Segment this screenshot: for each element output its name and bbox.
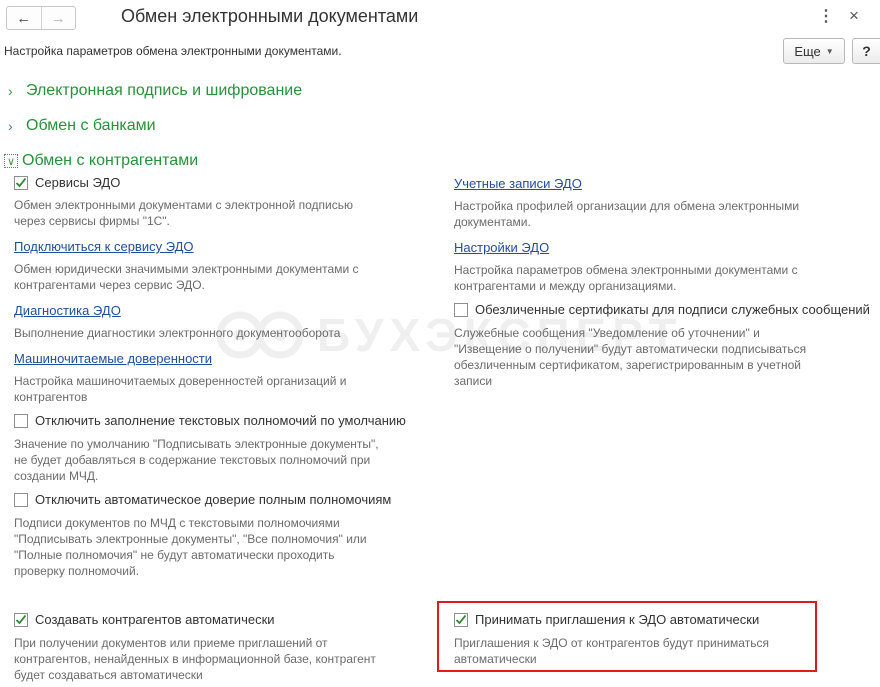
edo-services-checkbox[interactable] xyxy=(14,175,28,190)
description-line: Обмен юридически значимыми электронными … xyxy=(14,262,359,276)
disable-auto-trust-checkbox-row[interactable]: Отключить автоматическое доверие полным … xyxy=(14,492,391,507)
group-counterparty-exchange[interactable]: ∨ Обмен с контрагентами xyxy=(4,152,198,170)
machine-readable-powers-link[interactable]: Машиночитаемые доверенности xyxy=(14,351,212,366)
description-line: "Подписывать электронные документы", "Вс… xyxy=(14,532,367,546)
page-subtitle: Настройка параметров обмена электронными… xyxy=(4,44,342,58)
create-counterparties-checkbox-row[interactable]: Создавать контрагентов автоматически xyxy=(14,612,275,627)
connect-edo-service-link[interactable]: Подключиться к сервису ЭДО xyxy=(14,239,194,254)
accept-invitations-description: Приглашения к ЭДО от контрагентов будут … xyxy=(454,635,769,667)
description-line: Значение по умолчанию "Подписывать элект… xyxy=(14,437,379,451)
description-line: контрагентов, ненайденных в информационн… xyxy=(14,652,376,666)
description-line: контрагентами и между организациями. xyxy=(454,279,677,293)
create-counterparties-label: Создавать контрагентов автоматически xyxy=(35,612,275,627)
description-line: создании МЧД. xyxy=(14,469,99,483)
edo-services-label: Сервисы ЭДО xyxy=(35,175,121,190)
caret-down-icon: ▼ xyxy=(825,46,834,56)
chevron-right-icon: › xyxy=(8,118,13,134)
group-label: Электронная подпись и шифрование xyxy=(26,82,303,99)
group-label: Обмен с контрагентами xyxy=(22,152,199,169)
description-line: обезличенным сертификатом, зарегистриров… xyxy=(454,358,801,372)
edo-services-checkbox-row[interactable]: Сервисы ЭДО xyxy=(14,175,120,190)
create-counterparties-description: При получении документов или приеме приг… xyxy=(14,635,376,683)
checkmark-icon xyxy=(455,614,467,624)
description-line: через сервисы фирмы "1С". xyxy=(14,214,170,228)
disable-text-powers-description: Значение по умолчанию "Подписывать элект… xyxy=(14,436,379,484)
disable-auto-trust-description: Подписи документов по МЧД с текстовыми п… xyxy=(14,515,367,579)
edo-settings-link[interactable]: Настройки ЭДО xyxy=(454,240,549,255)
description-line: записи xyxy=(454,374,493,388)
description-line: Подписи документов по МЧД с текстовыми п… xyxy=(14,516,340,530)
checkmark-icon xyxy=(15,614,27,624)
chevron-down-icon: ∨ xyxy=(4,154,18,168)
description-line: Выполнение диагностики электронного доку… xyxy=(14,326,341,340)
edo-services-description: Обмен электронными документами с электро… xyxy=(14,197,353,229)
more-button[interactable]: Еще ▼ xyxy=(783,38,845,64)
disable-auto-trust-label: Отключить автоматическое доверие полным … xyxy=(35,492,392,507)
chevron-right-icon: › xyxy=(8,83,13,99)
back-arrow-icon[interactable]: ← xyxy=(7,7,42,29)
disable-text-powers-checkbox[interactable] xyxy=(14,413,28,428)
accept-invitations-checkbox[interactable] xyxy=(454,612,468,627)
description-line: Обмен электронными документами с электро… xyxy=(14,198,353,212)
edo-accounts-description: Настройка профилей организации для обмен… xyxy=(454,198,799,230)
description-line: контрагентами через сервис ЭДО. xyxy=(14,278,205,292)
description-line: проверку полномочий. xyxy=(14,564,140,578)
description-line: "Извещение о получении" будут автоматиче… xyxy=(454,342,807,356)
description-line: Настройка параметров обмена электронными… xyxy=(454,263,798,277)
edo-accounts-link[interactable]: Учетные записи ЭДО xyxy=(454,176,582,191)
impersonal-certs-description: Служебные сообщения "Уведомление об уточ… xyxy=(454,325,806,389)
impersonal-certs-checkbox[interactable] xyxy=(454,302,468,317)
edo-diagnostics-link[interactable]: Диагностика ЭДО xyxy=(14,303,121,318)
description-line: Настройка профилей организации для обмен… xyxy=(454,199,800,213)
description-line: контрагентов xyxy=(14,390,88,404)
group-label: Обмен с банками xyxy=(26,117,156,134)
help-button[interactable]: ? xyxy=(852,38,880,64)
connect-edo-description: Обмен юридически значимыми электронными … xyxy=(14,261,359,293)
description-line: автоматически xyxy=(454,652,537,666)
forward-arrow-icon[interactable]: → xyxy=(42,7,76,29)
edo-settings-description: Настройка параметров обмена электронными… xyxy=(454,262,798,294)
group-bank-exchange[interactable]: › Обмен с банками xyxy=(8,117,156,135)
description-line: будет создаваться автоматически xyxy=(14,668,203,682)
disable-text-powers-label: Отключить заполнение текстовых полномочи… xyxy=(35,413,406,428)
create-counterparties-checkbox[interactable] xyxy=(14,612,28,627)
description-line: При получении документов или приеме приг… xyxy=(14,636,328,650)
navigation-buttons: ← → xyxy=(6,6,76,30)
description-line: не будет добавляться в содержание тексто… xyxy=(14,453,371,467)
page-title: Обмен электронными документами xyxy=(121,6,419,26)
checkmark-icon xyxy=(15,177,27,187)
group-signature-encryption[interactable]: › Электронная подпись и шифрование xyxy=(8,82,302,100)
description-line: Приглашения к ЭДО от контрагентов будут … xyxy=(454,636,769,650)
more-button-label: Еще xyxy=(794,43,821,59)
accept-invitations-checkbox-row[interactable]: Принимать приглашения к ЭДО автоматическ… xyxy=(454,612,759,627)
disable-auto-trust-checkbox[interactable] xyxy=(14,492,28,507)
description-line: документами. xyxy=(454,215,531,229)
accept-invitations-label: Принимать приглашения к ЭДО автоматическ… xyxy=(475,612,760,627)
impersonal-certs-label: Обезличенные сертификаты для подписи слу… xyxy=(475,302,870,317)
impersonal-certs-checkbox-row[interactable]: Обезличенные сертификаты для подписи слу… xyxy=(454,302,870,317)
description-line: "Полные полномочия" не будут автоматичес… xyxy=(14,548,335,562)
more-menu-icon[interactable]: ⋮ xyxy=(818,6,834,26)
description-line: Служебные сообщения "Уведомление об уточ… xyxy=(454,326,760,340)
disable-text-powers-checkbox-row[interactable]: Отключить заполнение текстовых полномочи… xyxy=(14,413,406,428)
edo-diagnostics-description: Выполнение диагностики электронного доку… xyxy=(14,325,340,341)
close-icon[interactable]: × xyxy=(849,6,859,26)
machine-readable-powers-description: Настройка машиночитаемых доверенностей о… xyxy=(14,373,346,405)
description-line: Настройка машиночитаемых доверенностей о… xyxy=(14,374,347,388)
